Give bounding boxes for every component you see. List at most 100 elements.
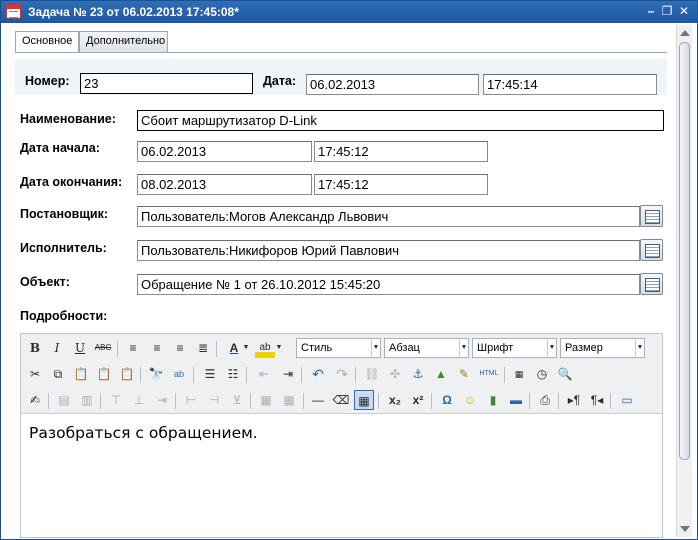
title-bar[interactable]: Задача № 23 от 06.02.2013 17:45:08* – ❐ … [1, 1, 697, 23]
underline-icon[interactable]: U [70, 338, 90, 358]
split-cells-icon[interactable]: ▦ [256, 390, 276, 410]
name-label: Наименование: [20, 112, 116, 126]
font-select[interactable]: Шрифт ▼ [472, 338, 557, 358]
cleanup-icon[interactable]: ✎ [454, 364, 474, 384]
image-icon[interactable]: ▲ [431, 364, 451, 384]
toolbar-separator [216, 341, 217, 357]
paste-icon[interactable]: 📋 [71, 364, 91, 384]
table-cell-props-icon[interactable]: ▥ [77, 390, 97, 410]
insert-row-after-icon[interactable]: ⊥ [129, 390, 149, 410]
redo-icon[interactable]: ↷ [332, 364, 352, 384]
insert-row-before-icon[interactable]: ⊤ [106, 390, 126, 410]
toolbar-separator [246, 367, 247, 383]
chevron-down-icon[interactable]: ▼ [241, 338, 251, 358]
unlink-icon[interactable]: ✣ [385, 364, 405, 384]
toolbar-separator [250, 393, 251, 409]
start-time-field[interactable]: 17:45:12 [314, 141, 488, 162]
edit-css-icon[interactable]: ✍ [25, 390, 45, 410]
toolbar-separator [610, 393, 611, 409]
assignee-field[interactable]: Пользователь:Никифоров Юрий Павлович [137, 240, 640, 261]
vertical-scrollbar[interactable] [676, 25, 692, 537]
end-date-field[interactable]: 08.02.2013 [137, 174, 312, 195]
link-icon[interactable]: ⛓ [362, 364, 382, 384]
number-field[interactable]: 23 [80, 73, 253, 94]
scroll-up-icon[interactable] [680, 30, 690, 36]
object-label: Объект: [20, 275, 70, 289]
size-select[interactable]: Размер ▼ [560, 338, 645, 358]
preview-icon[interactable]: 🔍 [555, 364, 575, 384]
align-right-icon[interactable]: ≡ [170, 338, 190, 358]
merge-cells-icon[interactable]: ▦ [279, 390, 299, 410]
find-icon[interactable]: 🔭 [146, 364, 166, 384]
editor-toolbar: B I U ABC ≡ ≡ ≡ ≣ A ▼ ab ▼ Стиль ▼ Абзац ▼… [21, 334, 662, 414]
chevron-down-icon[interactable]: ▼ [274, 338, 284, 358]
author-lookup-button[interactable] [640, 205, 663, 227]
insert-col-after-icon[interactable]: ⊣ [204, 390, 224, 410]
align-left-icon[interactable]: ≡ [123, 338, 143, 358]
horizontal-rule-icon[interactable]: — [308, 390, 328, 410]
outdent-icon[interactable]: ⇤ [254, 364, 274, 384]
insert-time-icon[interactable]: ◷ [532, 364, 552, 384]
strikethrough-icon[interactable]: ABC [93, 338, 113, 358]
paste-text-icon[interactable]: 📋 [94, 364, 114, 384]
emoticon-icon[interactable]: ☺ [460, 390, 480, 410]
style-select[interactable]: Стиль ▼ [296, 338, 381, 358]
insert-date-icon[interactable]: ▦ [509, 364, 529, 384]
print-icon[interactable]: ⎙ [535, 390, 555, 410]
media-icon[interactable]: ▮ [483, 390, 503, 410]
toolbar-separator [355, 367, 356, 383]
paste-word-icon[interactable]: 📋 [117, 364, 137, 384]
scroll-down-icon[interactable] [680, 526, 690, 532]
close-button[interactable]: ✕ [677, 4, 691, 18]
replace-icon[interactable]: ab [169, 364, 189, 384]
highlight-color-icon[interactable]: ab [255, 338, 275, 358]
scroll-thumb[interactable] [679, 42, 690, 460]
assignee-lookup-button[interactable] [640, 239, 663, 261]
restore-button[interactable]: ❐ [660, 4, 674, 18]
start-date-label: Дата начала: [20, 141, 100, 155]
ltr-icon[interactable]: ▸¶ [564, 390, 584, 410]
insert-col-before-icon[interactable]: ⊢ [181, 390, 201, 410]
superscript-icon[interactable]: x² [408, 390, 428, 410]
name-field[interactable]: Сбоит маршрутизатор D-Link [137, 110, 664, 131]
toolbar-separator [431, 393, 432, 409]
delete-row-icon[interactable]: ⇥ [152, 390, 172, 410]
table-icon[interactable]: ▦ [354, 390, 374, 410]
align-justify-icon[interactable]: ≣ [193, 338, 213, 358]
numbered-list-icon[interactable]: ☷ [223, 364, 243, 384]
bullet-list-icon[interactable]: ☰ [200, 364, 220, 384]
object-lookup-button[interactable] [640, 273, 663, 295]
editor-content[interactable]: Разобраться с обращением. [29, 424, 258, 442]
toolbar-separator [529, 393, 530, 409]
cut-icon[interactable]: ✂ [25, 364, 45, 384]
special-char-icon[interactable]: Ω [437, 390, 457, 410]
undo-icon[interactable]: ↶ [308, 364, 328, 384]
align-center-icon[interactable]: ≡ [147, 338, 167, 358]
paragraph-select[interactable]: Абзац ▼ [384, 338, 469, 358]
toolbar-separator [48, 393, 49, 409]
date-field[interactable]: 06.02.2013 [306, 74, 479, 95]
eraser-icon[interactable]: ⌫ [331, 390, 351, 410]
html-source-button[interactable]: HTML [477, 364, 501, 384]
details-label: Подробности: [20, 309, 108, 323]
copy-icon[interactable]: ⧉ [48, 364, 68, 384]
rtl-icon[interactable]: ¶◂ [587, 390, 607, 410]
window-title: Задача № 23 от 06.02.2013 17:45:08* [28, 5, 239, 19]
tab-additional[interactable]: Дополнительно [79, 31, 168, 52]
anchor-icon[interactable]: ⚓ [408, 364, 428, 384]
delete-col-icon[interactable]: ⊻ [227, 390, 247, 410]
table-row-props-icon[interactable]: ▤ [54, 390, 74, 410]
time-field[interactable]: 17:45:14 [483, 74, 657, 95]
indent-icon[interactable]: ⇥ [278, 364, 298, 384]
fullscreen-icon[interactable]: ▭ [617, 390, 637, 410]
object-field[interactable]: Обращение № 1 от 26.10.2012 15:45:20 [137, 274, 640, 295]
italic-icon[interactable]: I [47, 338, 67, 358]
author-field[interactable]: Пользователь:Могов Александр Львович [137, 206, 640, 227]
start-date-field[interactable]: 06.02.2013 [137, 141, 312, 162]
tab-main[interactable]: Основное [15, 31, 79, 53]
nonbreaking-space-icon[interactable]: ▬ [506, 390, 526, 410]
bold-icon[interactable]: B [25, 338, 45, 358]
end-time-field[interactable]: 17:45:12 [314, 174, 488, 195]
minimize-button[interactable]: – [644, 4, 658, 18]
subscript-icon[interactable]: x₂ [385, 390, 405, 410]
